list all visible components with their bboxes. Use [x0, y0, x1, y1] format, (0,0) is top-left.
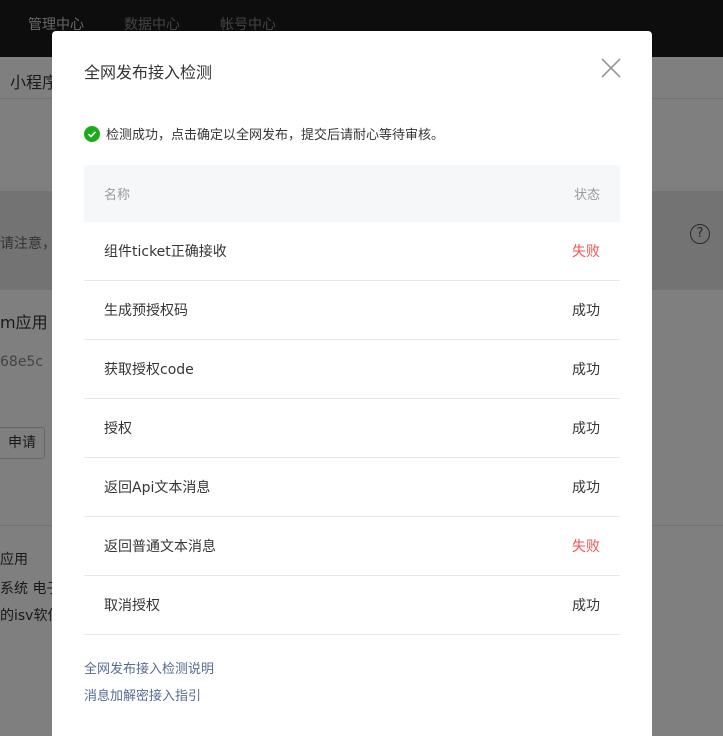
table-row: 取消授权 成功	[84, 576, 620, 635]
table-row: 获取授权code 成功	[84, 340, 620, 399]
column-status: 状态	[573, 188, 600, 203]
check-item-status: 成功	[572, 303, 600, 319]
check-item-name: 获取授权code	[104, 362, 194, 378]
check-item-status: 成功	[572, 421, 600, 437]
check-item-status: 成功	[572, 362, 600, 378]
check-item-status: 成功	[572, 598, 600, 614]
table-row: 授权 成功	[84, 399, 620, 458]
encryption-guide-link[interactable]: 消息加解密接入指引	[84, 685, 201, 704]
check-item-name: 取消授权	[104, 598, 160, 614]
check-item-name: 授权	[104, 421, 132, 437]
table-row: 返回Api文本消息 成功	[84, 458, 620, 517]
check-item-status: 成功	[572, 480, 600, 496]
success-message: 检测成功，点击确定以全网发布，提交后请耐心等待审核。	[84, 124, 444, 143]
release-check-guide-link[interactable]: 全网发布接入检测说明	[84, 658, 214, 677]
table-row: 组件ticket正确接收 失败	[84, 222, 620, 281]
release-check-dialog: 全网发布接入检测 检测成功，点击确定以全网发布，提交后请耐心等待审核。 名称 状…	[52, 31, 652, 751]
close-icon[interactable]	[600, 57, 622, 79]
dialog-title: 全网发布接入检测	[84, 63, 213, 82]
check-item-name: 组件ticket正确接收	[104, 244, 227, 260]
table-row: 生成预授权码 成功	[84, 281, 620, 340]
check-item-name: 生成预授权码	[104, 303, 188, 319]
success-check-icon	[84, 125, 100, 142]
check-item-name: 返回普通文本消息	[104, 539, 216, 555]
check-results-table: 名称 状态 组件ticket正确接收 失败 生成预授权码 成功 获取授权code 成功 授权…	[84, 165, 620, 635]
table-row: 返回普通文本消息 失败	[84, 517, 620, 576]
check-item-status: 失败	[572, 244, 600, 260]
check-item-name: 返回Api文本消息	[104, 480, 211, 496]
column-name: 名称	[104, 188, 131, 203]
check-item-status: 失败	[572, 539, 600, 555]
success-message-text: 检测成功，点击确定以全网发布，提交后请耐心等待审核。	[106, 128, 445, 143]
table-header: 名称 状态	[84, 165, 620, 222]
